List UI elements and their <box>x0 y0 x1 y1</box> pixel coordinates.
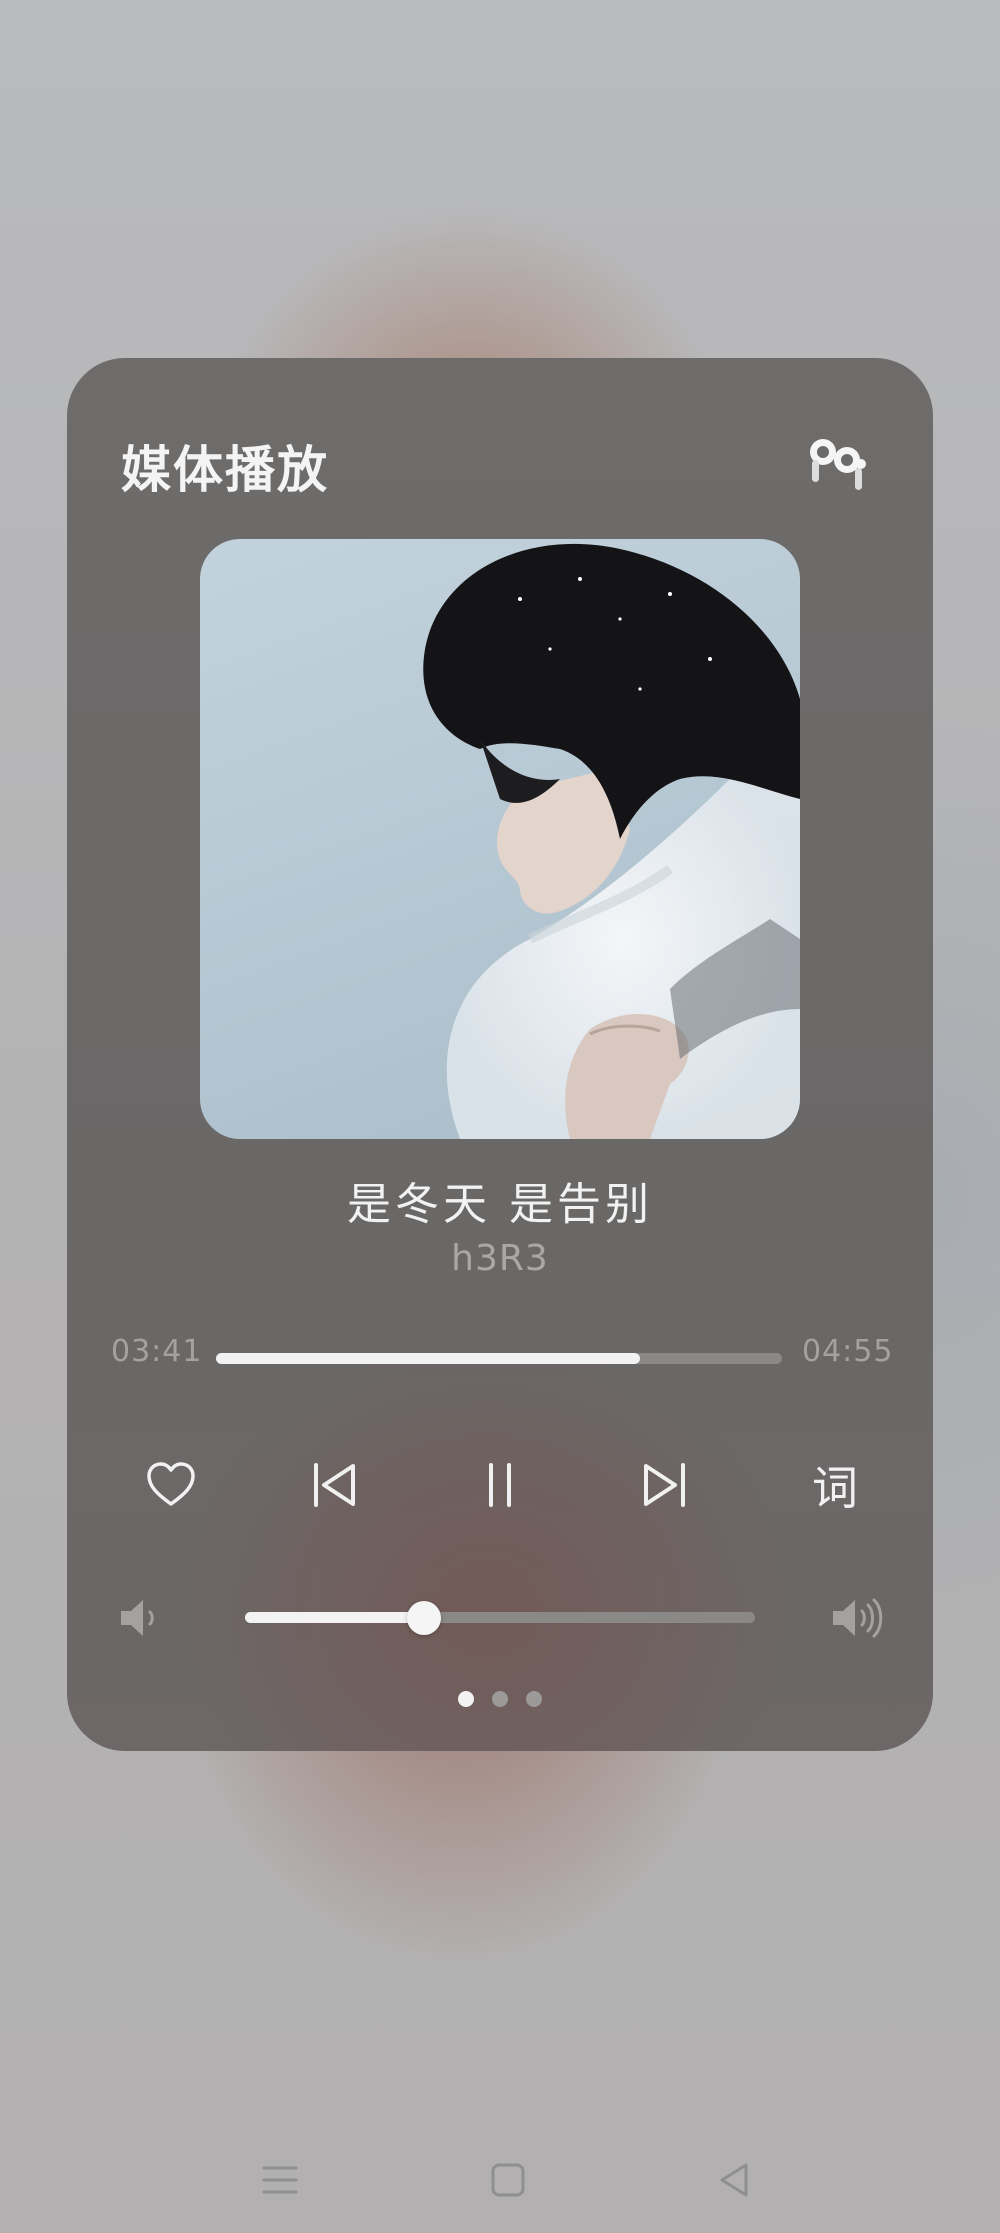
pause-icon <box>489 1463 511 1507</box>
artist-name: h3R3 <box>451 1238 549 1279</box>
lyrics-button[interactable]: 词 <box>800 1450 870 1520</box>
elapsed-time: 03:41 <box>111 1334 203 1369</box>
total-time: 04:55 <box>802 1334 894 1369</box>
progress-fill <box>216 1353 640 1364</box>
page-dot[interactable] <box>526 1691 542 1707</box>
volume-slider[interactable] <box>245 1601 755 1635</box>
home-icon <box>491 2163 525 2197</box>
page-dot[interactable] <box>458 1691 474 1707</box>
media-player-card: 媒体播放 是冬天 是告别 h3R3 03:41 04:55 词 <box>67 358 933 1751</box>
card-title: 媒体播放 <box>121 440 329 499</box>
pause-button[interactable] <box>468 1453 532 1517</box>
album-cover[interactable] <box>200 539 800 1139</box>
song-title: 是冬天 是告别 <box>347 1179 653 1230</box>
progress-bar[interactable] <box>216 1353 782 1364</box>
volume-low-icon[interactable] <box>113 1590 169 1646</box>
skip-previous-icon <box>314 1463 355 1507</box>
skip-next-icon <box>644 1463 685 1507</box>
volume-thumb[interactable] <box>406 1601 441 1635</box>
back-icon <box>720 2163 748 2197</box>
menu-icon <box>262 2166 298 2194</box>
like-button[interactable] <box>139 1453 203 1517</box>
page-indicator <box>67 1691 933 1707</box>
album-art-image <box>423 543 800 1139</box>
nav-home-button[interactable] <box>480 2152 536 2208</box>
earbuds-icon[interactable] <box>803 430 875 502</box>
volume-high-icon[interactable] <box>827 1590 883 1646</box>
nav-menu-button[interactable] <box>252 2152 308 2208</box>
next-button[interactable] <box>632 1453 696 1517</box>
volume-fill <box>245 1612 424 1623</box>
previous-button[interactable] <box>303 1453 367 1517</box>
page-dot[interactable] <box>492 1691 508 1707</box>
nav-back-button[interactable] <box>706 2152 762 2208</box>
heart-outline-icon <box>147 1462 195 1506</box>
